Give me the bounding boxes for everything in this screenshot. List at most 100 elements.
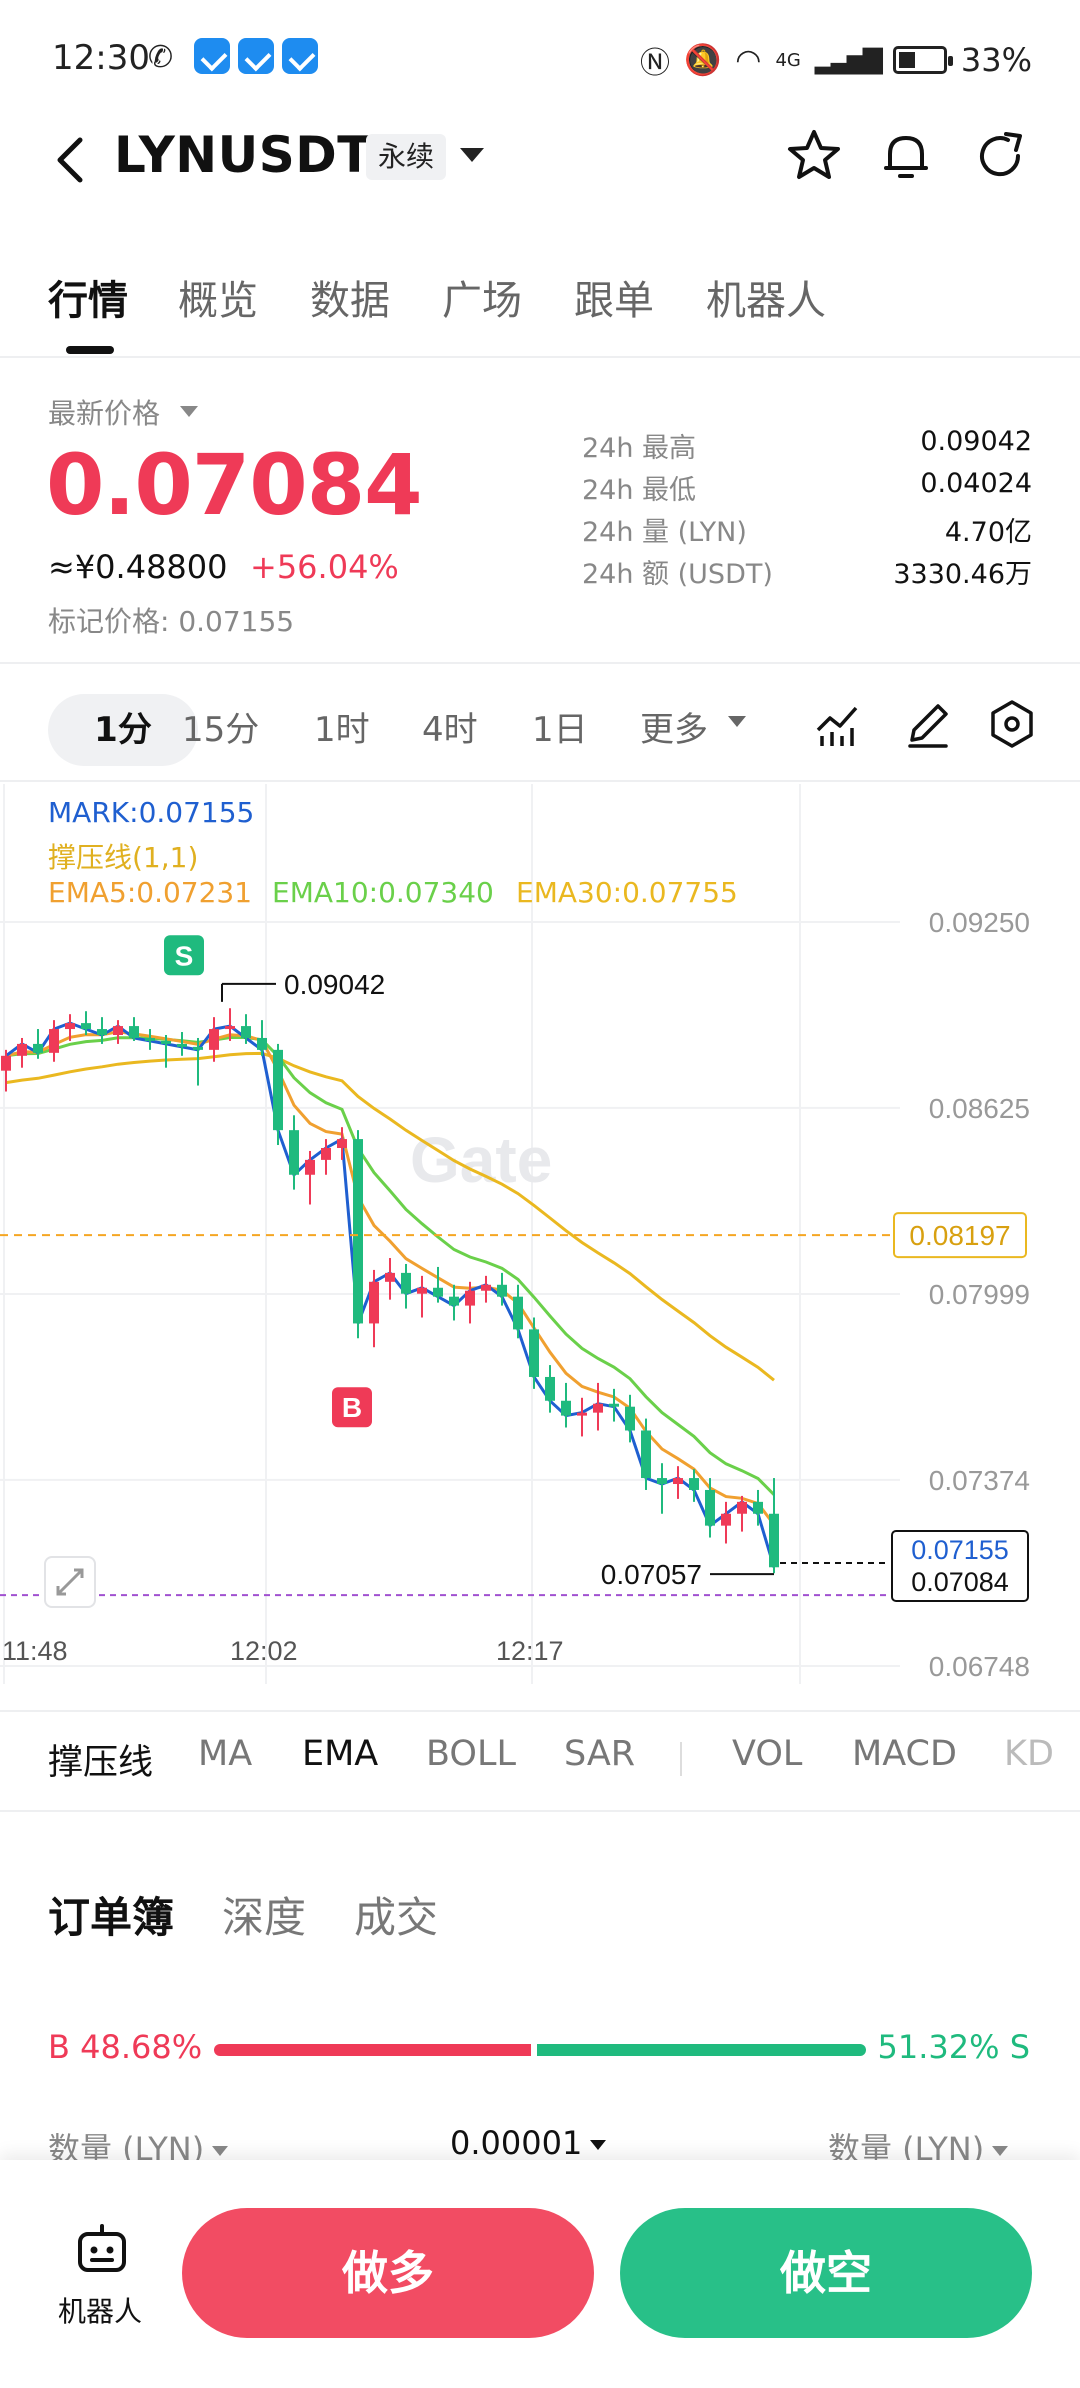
candle-body [273, 1049, 283, 1131]
app-notification-icons [194, 38, 318, 74]
y-tick-label: 0.06748 [929, 1651, 1030, 1682]
pair-title[interactable]: LYNUSDT [114, 126, 372, 184]
chevron-down-icon [212, 2146, 229, 2156]
candle-body [753, 1501, 763, 1514]
x-tick-label: 12:17 [496, 1636, 564, 1666]
app-notify-icon [238, 38, 274, 74]
chevron-down-icon[interactable] [180, 406, 198, 417]
kline-chart-svg[interactable]: 0.09250 0.08625 0.07999 0.07374 0.06748 11:48… [0, 784, 1080, 1684]
tab-square[interactable]: 广场 [442, 268, 522, 326]
contract-type-badge[interactable]: 永续 [366, 134, 447, 180]
candle-body [209, 1029, 219, 1050]
mark-indicator-label: MARK:0.07155 [48, 796, 255, 829]
tab-trades[interactable]: 成交 [354, 1884, 438, 1945]
share-icon[interactable] [972, 126, 1032, 186]
indicator-tab-boll[interactable]: BOLL [426, 1734, 516, 1774]
robot-label[interactable]: 机器人 [58, 2290, 142, 2330]
latest-price-label[interactable]: 最新价格 [48, 392, 160, 432]
buy-ratio-bar [214, 2044, 531, 2056]
divider [0, 356, 1080, 358]
settings-hex-icon[interactable] [984, 696, 1040, 752]
robot-icon[interactable] [72, 2222, 132, 2278]
interval-1m[interactable]: 1分 [48, 694, 198, 766]
interval-15m[interactable]: 15分 [182, 694, 259, 766]
bell-icon[interactable] [876, 126, 936, 186]
candle-body [17, 1043, 27, 1056]
candle-body [65, 1023, 75, 1030]
sr-line-indicator-label: 撑压线(1,1) [48, 841, 199, 874]
fullscreen-expand-icon[interactable] [44, 1556, 96, 1608]
candle-body [369, 1281, 379, 1324]
sell-ratio: 51.32% S [877, 2028, 1031, 2066]
indicator-tab-kd[interactable]: KD [1004, 1734, 1054, 1774]
y-tick-label: 0.08625 [929, 1093, 1030, 1124]
candle-body [657, 1478, 667, 1485]
interval-1h[interactable]: 1时 [314, 694, 370, 766]
draw-pencil-icon[interactable] [900, 696, 956, 752]
candle-body [417, 1287, 427, 1294]
candle-body [337, 1139, 347, 1148]
indicator-tab-ma[interactable]: MA [198, 1734, 252, 1774]
candle-body [561, 1400, 571, 1416]
candle-body [529, 1329, 539, 1377]
interval-1d[interactable]: 1日 [532, 694, 588, 766]
candle-body [465, 1290, 475, 1306]
status-bar: 12:30 ✆ Ⓝ 🔕 ◠ 4G ▂▃▅▇ 33% [0, 0, 1080, 118]
nfc-icon: Ⓝ [639, 46, 670, 81]
candle-body [673, 1478, 683, 1485]
divider [0, 662, 1080, 664]
precision-value: 0.00001 [450, 2124, 583, 2162]
app-notify-icon [194, 38, 230, 74]
status-right: Ⓝ 🔕 ◠ 4G ▂▃▅▇ 33% [640, 38, 1032, 82]
level-label: 0.08197 [909, 1220, 1010, 1251]
high-marker-label: 0.09042 [284, 969, 385, 1000]
tab-bots[interactable]: 机器人 [706, 268, 826, 326]
y-tick-label: 0.09250 [929, 907, 1030, 938]
candle-body [593, 1403, 603, 1413]
indicator-tab-ema[interactable]: EMA [302, 1734, 378, 1774]
interval-4h[interactable]: 4时 [422, 694, 478, 766]
tab-market[interactable]: 行情 [48, 268, 128, 326]
mark-price: 标记价格: 0.07155 [48, 605, 295, 638]
candle-body [737, 1501, 747, 1514]
chevron-down-icon[interactable] [460, 148, 484, 162]
go-long-button[interactable]: 做多 [182, 2208, 594, 2338]
candle-body [49, 1029, 59, 1053]
candle-body [449, 1296, 459, 1306]
stat-volume: 24h 量 (LYN) 4.70亿 [582, 510, 1032, 550]
sell-ratio-bar [537, 2044, 866, 2056]
current-mark-label: 0.07155 [911, 1535, 1009, 1565]
kline-chart[interactable]: 0.09250 0.08625 0.07999 0.07374 0.06748 11:48… [0, 784, 1080, 1684]
chevron-down-icon [590, 2140, 607, 2150]
tab-data[interactable]: 数据 [310, 268, 390, 326]
candle-body [1, 1055, 11, 1071]
indicator-tab-sr[interactable]: 撑压线 [48, 1734, 153, 1785]
back-icon[interactable] [50, 130, 90, 190]
star-icon[interactable] [784, 126, 844, 186]
candle-body [305, 1159, 315, 1175]
go-short-button[interactable]: 做空 [620, 2208, 1032, 2338]
candle-body [81, 1023, 91, 1030]
tab-overview[interactable]: 概览 [178, 268, 258, 326]
x-tick-label: 11:48 [2, 1636, 68, 1666]
stat-value: 0.09042 [920, 426, 1032, 457]
indicator-chart-icon[interactable] [810, 696, 866, 752]
current-last-label: 0.07084 [911, 1567, 1009, 1597]
tab-orderbook[interactable]: 订单簿 [48, 1884, 174, 1945]
wifi-icon: ◠ [735, 42, 762, 78]
indicator-tab-sar[interactable]: SAR [564, 1734, 635, 1774]
candle-body [289, 1130, 299, 1175]
orderbook-precision[interactable]: 0.00001 [450, 2124, 607, 2162]
call-icon: ✆ [148, 40, 174, 75]
interval-more[interactable]: 更多 [640, 694, 708, 766]
tab-depth[interactable]: 深度 [222, 1884, 306, 1945]
candle-body [481, 1284, 491, 1291]
tab-copy-trading[interactable]: 跟单 [574, 268, 654, 326]
candle-body [177, 1043, 187, 1047]
buy-signal-label: B [342, 1392, 362, 1423]
indicator-tab-macd[interactable]: MACD [852, 1734, 957, 1774]
chevron-down-icon[interactable] [728, 716, 746, 727]
sell-signal-label: S [175, 940, 194, 971]
indicator-tab-vol[interactable]: VOL [732, 1734, 802, 1774]
divider [0, 1710, 1080, 1712]
